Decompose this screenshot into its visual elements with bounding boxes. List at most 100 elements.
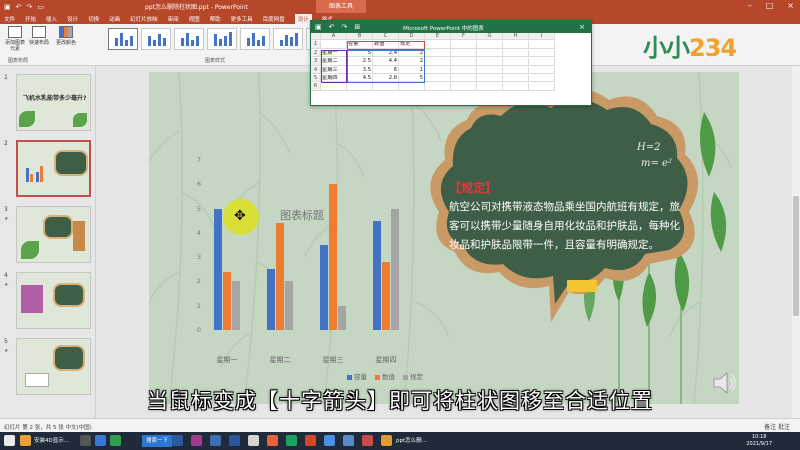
excel-cell[interactable] [503,75,529,83]
taskbar-search-button[interactable]: 搜索一下 [142,435,173,447]
app-icon-5[interactable] [191,435,202,446]
board-text[interactable]: 【规定】 航空公司对携带液态物品乘坐国内航班有规定，旅客可以携带少量随身自用化妆… [449,179,681,255]
app-icon-9[interactable] [343,435,354,446]
excel-cell[interactable] [503,41,529,49]
excel-close-icon[interactable]: × [579,23,585,31]
excel-open-icon[interactable]: ⊞ [354,23,360,31]
chart-tools-context-tab[interactable]: 图表工具 [316,0,366,13]
excel-cell[interactable] [451,83,477,91]
speaker-icon[interactable] [712,372,738,394]
word-icon[interactable] [229,435,240,446]
excel-cell[interactable] [451,75,477,83]
powerpoint-icon[interactable] [305,435,316,446]
excel-cell[interactable] [425,83,451,91]
excel-cell[interactable] [451,66,477,74]
excel-cell[interactable] [425,66,451,74]
tab-transitions[interactable]: 切换 [88,15,99,23]
bar-2-1[interactable] [223,271,231,330]
excel-column-header[interactable]: D [399,33,425,41]
excel-sheet-grid[interactable]: A B C D E F G H I 1 容量 数值 规定 2 星期一 5 2.4 2 3 星期二 2.5 4.4 2 4 星期三… [311,33,591,106]
maximize-button[interactable]: □ [766,1,774,10]
tab-baidu-netdisk[interactable]: 百度网盘 [263,15,285,23]
excel-undo-icon[interactable]: ↶ [329,23,335,31]
bar-3-3[interactable] [338,305,346,330]
excel-cell[interactable] [477,49,503,58]
chart-title[interactable]: 图表标题 [280,207,324,223]
excel-cell[interactable] [347,83,373,91]
app-icon-11[interactable] [381,435,392,446]
excel-column-header[interactable] [311,33,321,41]
excel-cell[interactable] [503,66,529,74]
tab-slideshow[interactable]: 幻灯片放映 [130,15,158,23]
bar-3-1[interactable] [232,281,240,330]
quick-layout-button[interactable]: 快速布局 [28,26,50,46]
minimize-button[interactable]: – [748,1,752,10]
app-icon-10[interactable] [362,435,373,446]
app-icon-2[interactable] [80,435,91,446]
excel-cell[interactable] [477,41,503,49]
excel-column-header[interactable]: A [321,33,347,41]
app-icon-7[interactable] [267,435,278,446]
bar-2-3[interactable] [329,184,337,330]
excel-column-header[interactable]: B [347,33,373,41]
app-icon-3[interactable] [95,435,106,446]
app-icon-6[interactable] [210,435,221,446]
excel-row-header[interactable]: 2 [311,49,321,58]
app-icon-1[interactable] [20,435,31,446]
bar-1-3[interactable] [320,245,328,330]
excel-redo-icon[interactable]: ↷ [342,23,348,31]
excel-cell[interactable] [425,41,451,49]
slide-thumbnail-3[interactable] [16,206,91,263]
close-button[interactable]: × [787,1,794,10]
slide-thumbnail-4[interactable] [16,272,91,329]
app-icon-4[interactable] [110,435,121,446]
bar-1-2[interactable] [267,269,275,330]
bar-1-1[interactable] [214,208,222,330]
tab-help[interactable]: 帮助 [210,15,221,23]
tab-animations[interactable]: 动画 [109,15,120,23]
excel-cell[interactable] [529,49,555,58]
chart-style-6[interactable] [273,28,303,50]
bar-3-2[interactable] [285,281,293,330]
excel-row-header[interactable]: 1 [311,41,321,49]
excel-cell[interactable] [503,83,529,91]
chart-style-4[interactable] [207,28,237,50]
chart-legend[interactable]: 容量 数值 规定 [347,371,423,381]
excel-cell[interactable] [373,83,399,91]
tab-home[interactable]: 开始 [25,15,36,23]
chrome-icon[interactable] [248,435,259,446]
tab-file[interactable]: 文件 [4,15,15,23]
windows-start-icon[interactable] [4,435,15,446]
bar-2-2[interactable] [276,223,284,330]
chart-style-1[interactable] [108,28,138,50]
excel-cell[interactable] [425,58,451,66]
status-notes-comments[interactable]: 备注 批注 [764,422,790,431]
tab-more-tools[interactable]: 更多工具 [231,15,253,23]
excel-cell[interactable] [529,75,555,83]
excel-cell[interactable] [451,58,477,66]
change-colors-button[interactable]: 更改颜色 [55,26,77,46]
tab-insert[interactable]: 插入 [46,15,57,23]
excel-cell[interactable] [425,75,451,83]
current-slide[interactable]: 图表标题 容量 数值 规定 【规定】 航空公司对携带液态物品乘坐国内航班有规定，… [149,72,739,404]
chart-style-2[interactable] [141,28,171,50]
excel-cell[interactable] [321,83,347,91]
excel-cell[interactable] [451,41,477,49]
bar-3-4[interactable] [391,208,399,330]
excel-column-header[interactable]: C [373,33,399,41]
excel-cell[interactable] [529,83,555,91]
system-clock[interactable]: 10:18 2021/9/17 [746,434,772,448]
slide-thumbnail-2[interactable] [16,140,91,197]
excel-cell[interactable] [399,83,425,91]
undo-icon[interactable]: ↶ [16,3,22,11]
excel-cell[interactable] [503,49,529,58]
app-icon-8[interactable] [324,435,335,446]
present-icon[interactable]: ▭ [37,3,44,11]
tab-review[interactable]: 审阅 [168,15,179,23]
excel-cell[interactable] [477,58,503,66]
photoshop-icon[interactable] [172,435,183,446]
wechat-icon[interactable] [286,435,297,446]
excel-row-header[interactable]: 4 [311,66,321,74]
excel-row-header[interactable]: 5 [311,75,321,83]
bar-2-4[interactable] [382,262,390,330]
